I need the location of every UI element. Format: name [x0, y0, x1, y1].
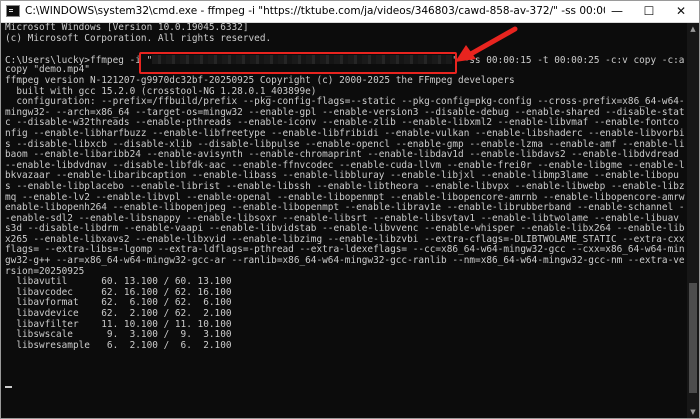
terminal-line: s --enable-libplacebo --enable-librist -…	[5, 180, 685, 192]
close-button[interactable]: ✕	[665, 1, 697, 22]
scroll-down-arrow-icon[interactable]: ▼	[687, 406, 699, 418]
title-bar[interactable]: C:\WINDOWS\system32\cmd.exe - ffmpeg -i …	[1, 1, 699, 23]
library-version-line: libswresample 6. 2.100 / 6. 2.100	[5, 339, 232, 351]
annotation-arrow-icon	[455, 26, 518, 62]
cmd-window: C:\WINDOWS\system32\cmd.exe - ffmpeg -i …	[0, 0, 700, 419]
maximize-button[interactable]: ☐	[633, 1, 665, 22]
window-title: C:\WINDOWS\system32\cmd.exe - ffmpeg -i …	[25, 5, 605, 17]
terminal-output[interactable]: Microsoft Windows [Version 10.0.19045.63…	[5, 23, 685, 415]
cmd-app-icon	[6, 5, 20, 17]
minimize-button[interactable]: —	[601, 1, 633, 22]
vertical-scrollbar[interactable]: ▲ ▼	[687, 23, 699, 418]
terminal-line: nfig --enable-libharfbuzz --enable-libfr…	[5, 127, 685, 139]
scroll-up-arrow-icon[interactable]: ▲	[687, 23, 699, 35]
terminal-line: Microsoft Windows [Version 10.0.19045.63…	[5, 23, 249, 33]
annotation-highlight-box	[139, 52, 457, 74]
text-cursor	[5, 386, 12, 388]
terminal-line: ffmpeg version N-121207-g9970dc32bf-2025…	[5, 74, 515, 86]
terminal-line: gw32-g++ --ar=x86_64-w64-mingw32-gcc-ar …	[5, 255, 685, 267]
library-version-line	[5, 351, 685, 362]
scrollbar-thumb[interactable]	[689, 283, 697, 393]
terminal-line: (c) Microsoft Corporation. All rights re…	[5, 32, 272, 44]
